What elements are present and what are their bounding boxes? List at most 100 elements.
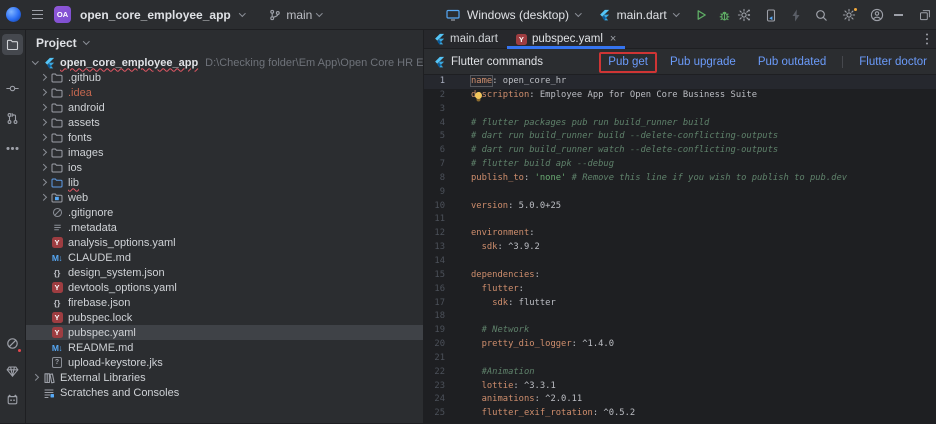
line-number: 4 (424, 117, 445, 131)
pub-get-action[interactable]: Pub get (608, 56, 648, 68)
tree-item-open-core-employee-app[interactable]: open_core_employee_appD:\Checking folder… (26, 55, 423, 70)
tree-item-devtools-options.yaml[interactable]: Ydevtools_options.yaml (26, 280, 423, 295)
intention-bulb-icon[interactable] (475, 92, 482, 99)
tree-item-.gitignore[interactable]: .gitignore (26, 205, 423, 220)
device-phone-icon[interactable] (765, 9, 777, 22)
code-line[interactable]: 9 (424, 186, 936, 200)
close-icon[interactable]: × (610, 34, 616, 45)
code-line[interactable]: 23 lottie: ^3.3.1 (424, 380, 936, 394)
menu-icon[interactable] (30, 7, 45, 22)
tool-window-button-project-folder[interactable] (2, 34, 23, 55)
chevron-right-icon[interactable] (40, 194, 46, 200)
tree-item-ios[interactable]: ios (26, 160, 423, 175)
tree-item-design-system.json[interactable]: {}design_system.json (26, 265, 423, 280)
code-line[interactable]: 13 sdk: ^3.9.2 (424, 241, 936, 255)
code-line[interactable]: 6# dart run build_runner watch --delete-… (424, 144, 936, 158)
code-line[interactable]: 24 animations: ^2.0.11 (424, 393, 936, 407)
run-button[interactable] (695, 9, 707, 21)
settings-gear-icon[interactable] (842, 8, 856, 22)
tree-item-assets[interactable]: assets (26, 115, 423, 130)
tree-item-path: D:\Checking folder\Em App\Open Core HR E… (205, 57, 424, 69)
chevron-right-icon[interactable] (32, 374, 38, 380)
tree-item-web[interactable]: web (26, 190, 423, 205)
code-line[interactable]: 5# dart run build_runner build --delete-… (424, 130, 936, 144)
code-line[interactable]: 11 (424, 213, 936, 227)
code-line[interactable]: 7# flutter build apk --debug (424, 158, 936, 172)
code-line[interactable]: 18 (424, 310, 936, 324)
tree-item-fonts[interactable]: fonts (26, 130, 423, 145)
tree-item-.github[interactable]: .github (26, 70, 423, 85)
vcs-branch-widget[interactable]: main (269, 8, 322, 22)
tool-window-button-more-tools[interactable] (2, 138, 23, 159)
tree-item-.idea[interactable]: .idea (26, 85, 423, 100)
tool-window-button-gem[interactable] (2, 361, 23, 382)
code-line[interactable]: 25 flutter_exif_rotation: ^0.5.2 (424, 407, 936, 421)
tool-window-button-commit[interactable] (2, 78, 23, 99)
code-line[interactable]: 4# flutter packages pub run build_runner… (424, 117, 936, 131)
project-badge: OA (54, 6, 71, 23)
code-line[interactable]: 3 (424, 103, 936, 117)
code-line[interactable]: 1name: open_core_hr (424, 75, 936, 89)
app-logo-icon[interactable] (6, 7, 21, 22)
code-line[interactable]: 19 # Network (424, 324, 936, 338)
editor-tab-pubspec.yaml[interactable]: Ypubspec.yaml× (507, 30, 625, 48)
run-config-selector[interactable]: main.dart (617, 8, 667, 22)
tool-window-button-logcat[interactable] (2, 389, 23, 410)
code-line[interactable]: 21 (424, 352, 936, 366)
code-line[interactable]: 15dependencies: (424, 269, 936, 283)
code-editor[interactable]: 7 1name: open_core_hr2description: Emplo… (424, 75, 936, 423)
code-token: sdk (482, 242, 498, 252)
tree-item-scratches-and-consoles[interactable]: Scratches and Consoles (26, 385, 423, 400)
code-line[interactable]: 22 #Animation (424, 366, 936, 380)
tree-item-readme.md[interactable]: M↓README.md (26, 340, 423, 355)
code-line[interactable]: 10version: 5.0.0+25 (424, 200, 936, 214)
code-line[interactable]: 20 pretty_dio_logger: ^1.4.0 (424, 338, 936, 352)
tree-item-pubspec.yaml[interactable]: Ypubspec.yaml (26, 325, 423, 340)
restore-window-icon[interactable] (919, 9, 931, 21)
chevron-right-icon[interactable] (40, 119, 46, 125)
tree-item-lib[interactable]: lib (26, 175, 423, 190)
code-line[interactable]: 16 flutter: (424, 283, 936, 297)
chevron-down-icon[interactable] (32, 58, 38, 64)
tree-item-.metadata[interactable]: .metadata (26, 220, 423, 235)
tree-item-images[interactable]: images (26, 145, 423, 160)
minimize-icon[interactable] (894, 14, 903, 15)
project-name-widget[interactable]: open_core_employee_app (80, 8, 231, 22)
chevron-right-icon[interactable] (40, 134, 46, 140)
tree-item-firebase.json[interactable]: {}firebase.json (26, 295, 423, 310)
flutter-doctor-action[interactable]: Flutter doctor (859, 56, 927, 68)
tree-item-pubspec.lock[interactable]: Ypubspec.lock (26, 310, 423, 325)
editor-tab-main.dart[interactable]: main.dart (424, 30, 507, 48)
code-line[interactable]: 14 (424, 255, 936, 269)
tool-window-button-notifications[interactable] (2, 333, 23, 354)
tree-item-android[interactable]: android (26, 100, 423, 115)
chevron-right-icon[interactable] (40, 179, 46, 185)
tree-item-claude.md[interactable]: M↓CLAUDE.md (26, 250, 423, 265)
lightning-icon[interactable] (791, 9, 801, 22)
chevron-right-icon[interactable] (40, 149, 46, 155)
code-line[interactable]: 2description: Employee App for Open Core… (424, 89, 936, 103)
tree-item-analysis-options.yaml[interactable]: Yanalysis_options.yaml (26, 235, 423, 250)
search-icon[interactable] (815, 9, 828, 22)
chevron-right-icon[interactable] (40, 104, 46, 110)
project-panel-header[interactable]: Project (26, 30, 423, 55)
gem-icon (6, 365, 19, 378)
chevron-right-icon[interactable] (40, 164, 46, 170)
chevron-right-icon[interactable] (40, 74, 46, 80)
tab-options-kebab-icon[interactable] (926, 30, 936, 48)
run-target-selector[interactable]: Windows (desktop) (467, 8, 569, 22)
user-account-icon[interactable] (870, 8, 884, 22)
code-line[interactable]: 12environment: (424, 227, 936, 241)
pub-upgrade-action[interactable]: Pub upgrade (670, 56, 736, 68)
tree-item-upload-keystore.jks[interactable]: ?upload-keystore.jks (26, 355, 423, 370)
flutter-icon (433, 56, 445, 68)
tool-window-button-pull-request[interactable] (2, 108, 23, 129)
pub-outdated-action[interactable]: Pub outdated (758, 56, 826, 68)
code-line[interactable]: 8publish_to: 'none' # Remove this line i… (424, 172, 936, 186)
tree-item-external-libraries[interactable]: External Libraries (26, 370, 423, 385)
sparkle-gear-icon[interactable] (737, 8, 751, 22)
code-token: ^3.3.1 (519, 381, 556, 391)
code-line[interactable]: 17 sdk: flutter (424, 297, 936, 311)
chevron-right-icon[interactable] (40, 89, 46, 95)
debug-button[interactable] (718, 9, 731, 22)
